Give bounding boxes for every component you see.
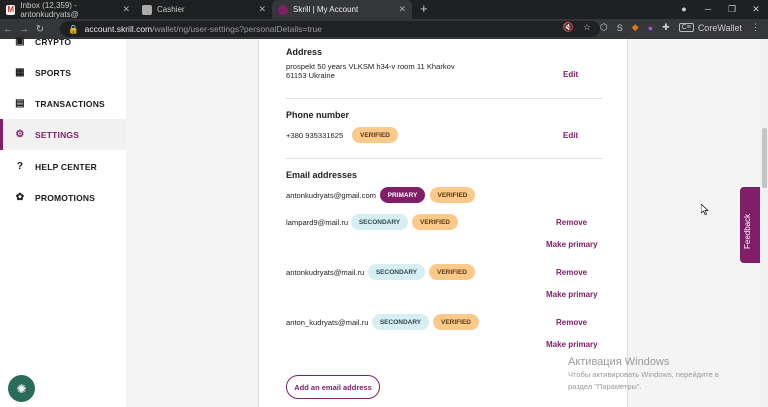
primary-badge: PRIMARY [380, 187, 425, 203]
email-address: antonkudryats@mail.ru [286, 268, 365, 277]
crypto-icon: ▣ [15, 36, 25, 47]
gear-icon: ⚙ [15, 129, 25, 140]
remove-email-link[interactable]: Remove [556, 318, 587, 327]
sidebar-item-sports[interactable]: ▦ SPORTS [0, 57, 126, 88]
sidebar: ▣ CRYPTO ▦ SPORTS ▤ TRANSACTIONS ⚙ SETTI… [0, 36, 126, 407]
phone-number: +380 935331625 [286, 131, 344, 140]
sidebar-item-label: PROMOTIONS [35, 192, 96, 203]
sports-icon: ▦ [15, 67, 25, 78]
make-primary-link[interactable]: Make primary [546, 290, 598, 299]
tab-title: Cashier [157, 5, 185, 14]
window-controls: ● ─ ❐ ✕ [672, 0, 768, 19]
address-heading: Address [286, 47, 323, 57]
feedback-button[interactable]: Feedback [740, 187, 761, 263]
status-badge: VERIFIED [430, 187, 475, 203]
extension-purple-icon[interactable]: ● [648, 23, 653, 33]
sidebar-item-label: TRANSACTIONS [35, 98, 105, 109]
tab-gmail[interactable]: M Inbox (12,359) - antonkudryats@ ✕ [0, 0, 136, 19]
skrill-icon [278, 4, 288, 15]
new-tab-button[interactable]: + [420, 0, 428, 19]
mute-icon[interactable]: 🔇 [563, 22, 574, 33]
feedback-label: Feedback [743, 213, 752, 249]
sidebar-item-transactions[interactable]: ▤ TRANSACTIONS [0, 88, 126, 119]
watermark-line: Чтобы активировать Windows, перейдите в [568, 370, 719, 379]
close-icon[interactable]: ✕ [122, 4, 130, 15]
corewallet-label: CoreWallet [697, 22, 742, 33]
watermark-line: раздел "Параметры". [568, 382, 642, 391]
sidebar-item-label: SETTINGS [35, 129, 80, 140]
email-address: antonkudryats@gmail.com [286, 191, 377, 200]
remove-email-link[interactable]: Remove [556, 268, 587, 277]
status-badge: VERIFIED [352, 127, 398, 143]
email-address: lampard9@mail.ru [286, 218, 349, 227]
close-icon[interactable]: ✕ [398, 4, 406, 15]
close-icon[interactable]: ✕ [258, 4, 266, 15]
cookie-icon: ✺ [16, 381, 27, 396]
remove-email-link[interactable]: Remove [556, 218, 587, 227]
edit-address-link[interactable]: Edit [563, 70, 578, 79]
windows-activation-watermark: Активация Windows Чтобы активировать Win… [568, 356, 719, 392]
scrollbar[interactable] [760, 39, 768, 407]
profile-icon[interactable]: ● [672, 0, 696, 19]
secondary-badge: SECONDARY [368, 264, 425, 280]
menu-icon[interactable]: ⋮ [751, 22, 760, 33]
gmail-icon: M [6, 4, 16, 15]
browser-tab-bar: M Inbox (12,359) - antonkudryats@ ✕ Cash… [0, 0, 768, 19]
sidebar-item-label: HELP CENTER [35, 161, 98, 172]
address-line2: 61153 Ukraine [286, 71, 335, 80]
secondary-badge: SECONDARY [351, 214, 408, 230]
transactions-icon: ▤ [15, 98, 25, 109]
phone-heading: Phone number [286, 110, 350, 120]
email-address: anton_kudryats@mail.ru [286, 318, 369, 327]
sidebar-item-label: CRYPTO [35, 36, 72, 47]
corewallet-extension[interactable]: C≡ CoreWallet [678, 22, 742, 33]
extension-s-icon[interactable]: S [617, 23, 623, 33]
status-badge: VERIFIED [429, 264, 475, 280]
help-icon: ? [16, 161, 24, 172]
make-primary-link[interactable]: Make primary [546, 240, 598, 249]
puzzle-icon[interactable]: ✚ [662, 22, 670, 33]
divider [286, 158, 602, 159]
tab-title: Inbox (12,359) - antonkudryats@ [20, 0, 79, 19]
sidebar-item-crypto[interactable]: ▣ CRYPTO [0, 26, 126, 57]
url-field[interactable]: 🔒 account.skrill.com /wallet/ng/user-set… [60, 21, 600, 37]
metamask-icon[interactable]: ◆ [632, 22, 639, 33]
corewallet-icon: C≡ [678, 23, 694, 32]
email-heading: Email addresses [286, 170, 358, 180]
close-window-icon[interactable]: ✕ [744, 0, 768, 19]
sidebar-item-help-center[interactable]: ? HELP CENTER [0, 151, 126, 182]
status-badge: VERIFIED [412, 214, 458, 230]
extension-cube-icon[interactable]: ⬡ [600, 22, 608, 33]
divider [286, 98, 602, 99]
sidebar-item-promotions[interactable]: ✿ PROMOTIONS [0, 182, 126, 213]
mouse-cursor-icon [701, 204, 709, 215]
edit-phone-link[interactable]: Edit [563, 131, 578, 140]
tab-cashier[interactable]: Cashier ✕ [136, 0, 272, 19]
make-primary-link[interactable]: Make primary [546, 340, 598, 349]
cookie-settings-button[interactable]: ✺ [8, 375, 35, 402]
page-icon [142, 4, 152, 15]
status-badge: VERIFIED [433, 314, 479, 330]
tab-title: Skrill | My Account [293, 5, 359, 14]
secondary-badge: SECONDARY [372, 314, 429, 330]
watermark-title: Активация Windows [568, 356, 670, 368]
sidebar-item-label: SPORTS [35, 67, 72, 78]
promotions-icon: ✿ [15, 192, 25, 203]
extensions: 🔇 ☆ ⬡ S ◆ ● ✚ C≡ CoreWallet ⋮ [563, 22, 760, 33]
minimize-icon[interactable]: ─ [696, 0, 720, 19]
url-path: /wallet/ng/user-settings?personalDetails… [152, 24, 323, 34]
sidebar-item-settings[interactable]: ⚙ SETTINGS [0, 119, 126, 150]
maximize-icon[interactable]: ❐ [720, 0, 744, 19]
add-email-button[interactable]: Add an email address [286, 375, 380, 399]
tab-skrill[interactable]: Skrill | My Account ✕ [272, 0, 412, 19]
scrollbar-thumb[interactable] [762, 128, 767, 188]
star-icon[interactable]: ☆ [583, 22, 591, 33]
